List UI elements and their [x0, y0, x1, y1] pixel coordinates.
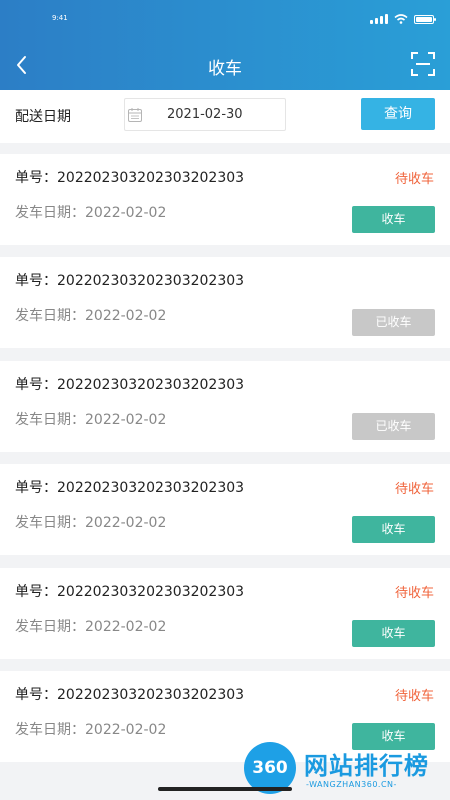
status-badge: 待收车 — [394, 689, 434, 704]
wifi-icon — [394, 14, 408, 24]
home-indicator — [158, 787, 292, 791]
depart-date: 发车日期：2022-02-02 — [15, 412, 167, 428]
watermark-title: 网站排行榜 — [304, 752, 429, 780]
depart-date: 发车日期：2022-02-02 — [15, 205, 167, 221]
order-number: 单号：20220230320230320230​3 — [15, 377, 245, 393]
received-button: 已收车 — [352, 413, 435, 440]
receive-button[interactable]: 收车 — [352, 620, 435, 647]
order-card: 单号：20220230320230320230​3 发车日期：2022-02-0… — [0, 568, 450, 659]
date-filter-bar: 配送日期 2021-02-30 查询 — [0, 90, 450, 143]
order-card: 单号：20220230320230320230​3 发车日期：2022-02-0… — [0, 464, 450, 555]
order-card: 单号：20220230320230320230​3 发车日期：2022-02-0… — [0, 154, 450, 245]
signal-icon — [370, 14, 388, 24]
order-number: 单号：20220230320230320230​3 — [15, 687, 245, 703]
watermark-subtitle: -WANGZHAN360.CN- — [306, 780, 397, 789]
app-header: 9:41 收车 — [0, 0, 450, 90]
date-value: 2021-02-30 — [167, 107, 243, 122]
page-title: 收车 — [208, 59, 242, 79]
status-badge: 待收车 — [394, 586, 434, 601]
date-picker[interactable]: 2021-02-30 — [124, 98, 286, 131]
delivery-date-label: 配送日期 — [15, 109, 71, 125]
order-number: 单号：20220230320230320230​3 — [15, 480, 245, 496]
order-card: 单号：20220230320230320230​3 发车日期：2022-02-0… — [0, 257, 450, 348]
scan-icon[interactable] — [410, 51, 436, 77]
calendar-icon — [128, 108, 142, 122]
status-badge: 待收车 — [394, 172, 434, 187]
depart-date: 发车日期：2022-02-02 — [15, 308, 167, 324]
order-number: 单号：20220230320230320230​3 — [15, 170, 245, 186]
battery-icon — [414, 15, 436, 24]
received-button: 已收车 — [352, 309, 435, 336]
depart-date: 发车日期：2022-02-02 — [15, 515, 167, 531]
order-number: 单号：20220230320230320230​3 — [15, 584, 245, 600]
status-badge: 待收车 — [394, 482, 434, 497]
status-bar: 9:41 — [0, 0, 450, 40]
watermark-logo: 360 网站排行榜 -WANGZHAN360.CN- — [240, 740, 450, 800]
depart-date: 发车日期：2022-02-02 — [15, 619, 167, 635]
status-time: 9:41 — [52, 14, 68, 22]
order-number: 单号：20220230320230320230​3 — [15, 273, 245, 289]
query-button[interactable]: 查询 — [361, 98, 435, 130]
receive-button[interactable]: 收车 — [352, 206, 435, 233]
status-icons — [370, 14, 436, 24]
receive-button[interactable]: 收车 — [352, 516, 435, 543]
order-card: 单号：20220230320230320230​3 发车日期：2022-02-0… — [0, 361, 450, 452]
depart-date: 发车日期：2022-02-02 — [15, 722, 167, 738]
